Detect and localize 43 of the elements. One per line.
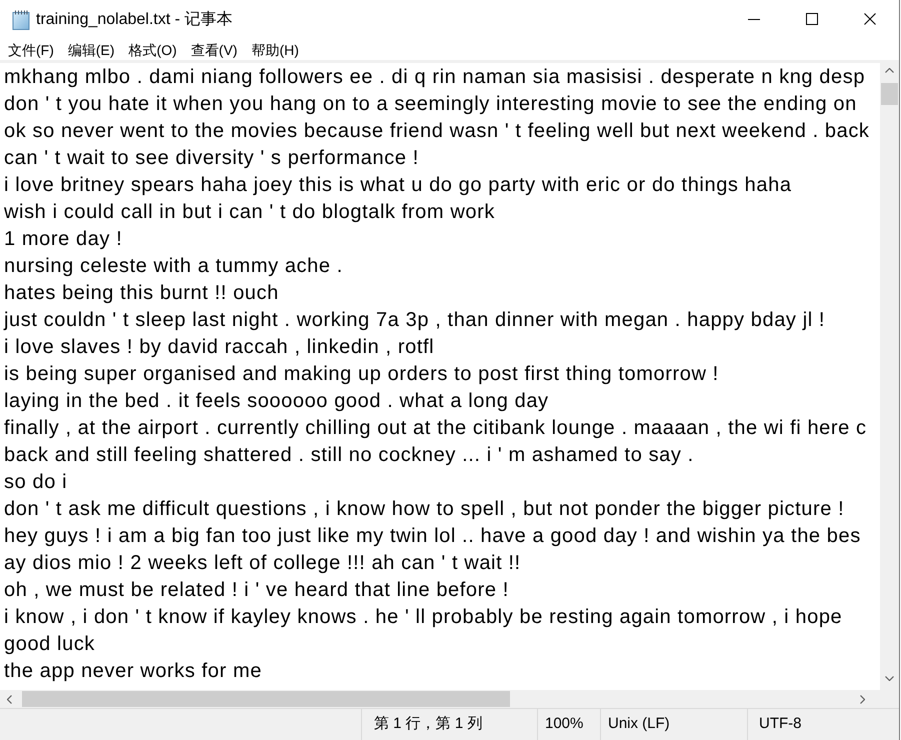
text-line: don ' t ask me difficult questions , i know how to spell , but not ponder the bigger picture ! [4,497,844,522]
text-line: don ' t you hate it when you hang on to a seemingly interesting movie to see the ending on [4,92,857,117]
chevron-right-icon[interactable] [860,694,865,704]
menu-item[interactable]: 编辑(E) [60,40,122,60]
text-line: laying in the bed . it feels soooooo good . what a long day [4,389,549,414]
chevron-left-icon[interactable] [7,694,12,704]
text-line: i love slaves ! by david raccah , linkedin , rotfl [4,335,434,360]
text-line: just couldn ' t sleep last night . working 7a 3p , than dinner with megan . happy bday jl ! [4,308,826,333]
menu-item[interactable]: 格式(O) [122,40,184,60]
cursor-position-text: 第 1 行，第 1 列 [374,714,482,734]
window-title: training_nolabel.txt - 记事本 [36,10,233,30]
notepad-icon [12,10,30,30]
menu-item[interactable]: 文件(F) [1,40,61,60]
menu-item[interactable]: 查看(V) [184,40,244,60]
text-line: ay dios mio ! 2 weeks left of college !!! ah can ' t wait !! [4,551,521,576]
text-line: mkhang mlbo . dami niang followers ee . di q rin naman sia masisisi . desperate n kng desp [4,65,866,90]
scrollbar-thumb[interactable] [22,691,510,707]
maximize-icon [806,13,818,25]
text-line: wish i could call in but i can ' t do blogtalk from work [4,200,495,225]
text-line: i love britney spears haha joey this is what u do go party with eric or do things haha [4,173,792,198]
chevron-down-icon[interactable] [885,676,894,681]
encoding-text: UTF-8 [759,714,802,734]
text-line: hey guys ! i am a big fan too just like my twin lol .. have a good day ! and wishin ya the bes [4,524,861,549]
text-line: back and still feeling shattered . still no cockney ... i ' m ashamed to say . [4,443,694,468]
chevron-up-icon[interactable] [885,68,894,73]
text-line: ok so never went to the movies because friend wasn ' t feeling well but next weekend . back [4,119,870,144]
text-line: nursing celeste with a tummy ache . [4,254,343,279]
text-line: the app never works for me [4,659,262,684]
minimize-icon [748,18,760,20]
text-line: finally , at the airport . currently chilling out at the citibank lounge . maaaan , the wi fi here c [4,416,867,441]
text-line: good luck [4,632,96,657]
text-line: is being super organised and making up orders to post first thing tomorrow ! [4,362,719,387]
close-icon [864,13,876,25]
text-line: hates being this burnt !! ouch [4,281,279,306]
scrollbar-thumb[interactable] [881,83,898,105]
menu-item[interactable]: 帮助(H) [244,40,306,60]
text-line: so do i [4,470,68,495]
text-line: 1 more day ! [4,227,122,252]
zoom-level-text: 100% [545,714,584,734]
text-line: i know , i don ' t know if kayley knows . he ' ll probably be resting again tomorrow , i hope [4,605,842,630]
line-ending-text: Unix (LF) [608,714,670,734]
text-line: oh , we must be related ! i ' ve heard that line before ! [4,578,509,603]
text-line: can ' t wait to see diversity ' s performance ! [4,146,419,171]
